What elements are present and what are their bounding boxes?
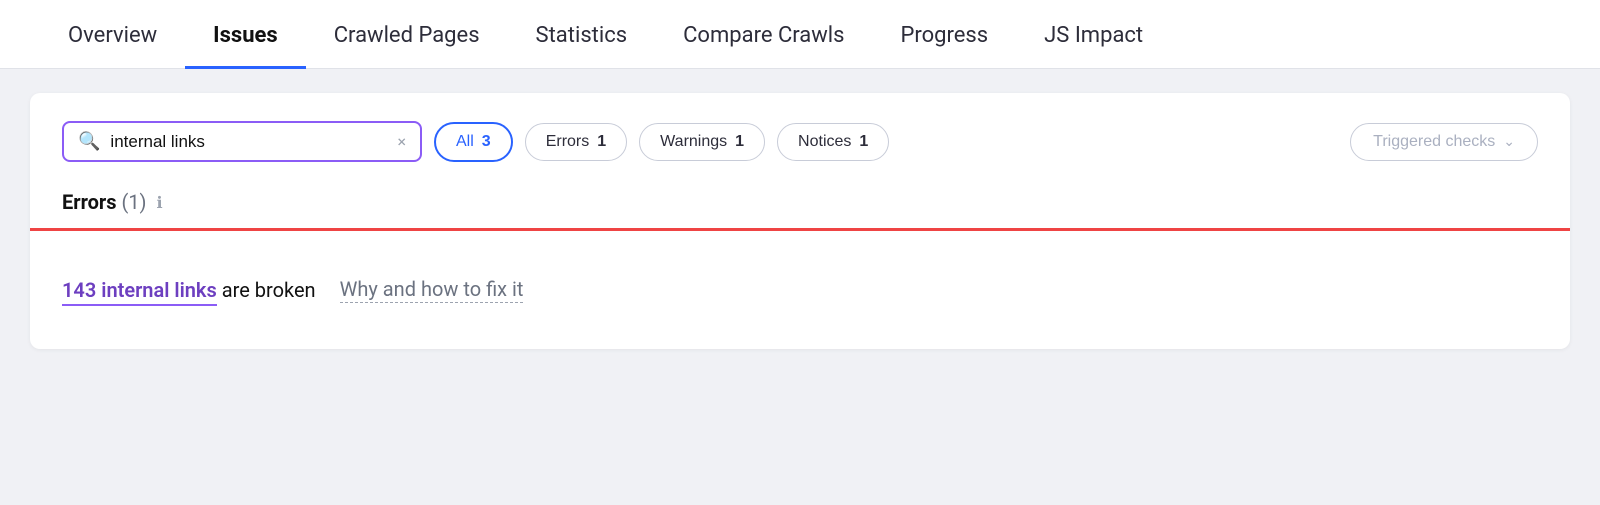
errors-section-header: Errors (1) ℹ	[62, 190, 1538, 228]
filter-errors-count: 1	[597, 133, 606, 151]
tab-compare-crawls[interactable]: Compare Crawls	[655, 1, 872, 69]
filter-all-count: 3	[482, 133, 491, 151]
fix-link[interactable]: Why and how to fix it	[340, 277, 524, 303]
clear-icon[interactable]: ×	[397, 132, 406, 151]
filter-warnings-button[interactable]: Warnings 1	[639, 123, 765, 161]
search-input[interactable]	[110, 132, 387, 152]
issue-link[interactable]: 143 internal links	[62, 278, 217, 306]
page-wrapper: Overview Issues Crawled Pages Statistics…	[0, 0, 1600, 505]
issue-row: 143 internal links are broken Why and ho…	[62, 259, 1538, 321]
tab-crawled-pages[interactable]: Crawled Pages	[306, 1, 508, 69]
filter-all-button[interactable]: All 3	[434, 122, 513, 162]
errors-title: Errors (1)	[62, 190, 147, 214]
main-panel: 🔍 × All 3 Errors 1 Warnings 1	[30, 93, 1570, 349]
search-icon: 🔍	[78, 131, 100, 152]
chevron-down-icon: ⌄	[1503, 133, 1515, 150]
filter-errors-label: Errors	[546, 133, 590, 151]
tab-progress[interactable]: Progress	[873, 1, 1017, 69]
search-box[interactable]: 🔍 ×	[62, 121, 422, 162]
issue-text: are broken	[217, 278, 316, 302]
filter-notices-count: 1	[859, 133, 868, 151]
tab-overview[interactable]: Overview	[40, 1, 185, 69]
tab-js-impact[interactable]: JS Impact	[1016, 1, 1171, 69]
filter-warnings-label: Warnings	[660, 133, 727, 151]
filter-errors-button[interactable]: Errors 1	[525, 123, 627, 161]
nav-tabs: Overview Issues Crawled Pages Statistics…	[0, 0, 1600, 69]
tab-statistics[interactable]: Statistics	[508, 1, 656, 69]
issue-description: 143 internal links are broken	[62, 278, 316, 302]
filter-row: 🔍 × All 3 Errors 1 Warnings 1	[62, 121, 1538, 162]
errors-count: (1)	[121, 190, 146, 214]
info-icon[interactable]: ℹ	[157, 193, 163, 212]
filter-warnings-count: 1	[735, 133, 744, 151]
error-divider	[30, 228, 1570, 231]
filter-notices-button[interactable]: Notices 1	[777, 123, 889, 161]
tab-issues[interactable]: Issues	[185, 1, 306, 69]
filter-all-label: All	[456, 133, 474, 151]
triggered-checks-label: Triggered checks	[1373, 133, 1495, 151]
triggered-checks-dropdown[interactable]: Triggered checks ⌄	[1350, 123, 1538, 161]
filter-notices-label: Notices	[798, 133, 851, 151]
content-area: 🔍 × All 3 Errors 1 Warnings 1	[0, 69, 1600, 373]
